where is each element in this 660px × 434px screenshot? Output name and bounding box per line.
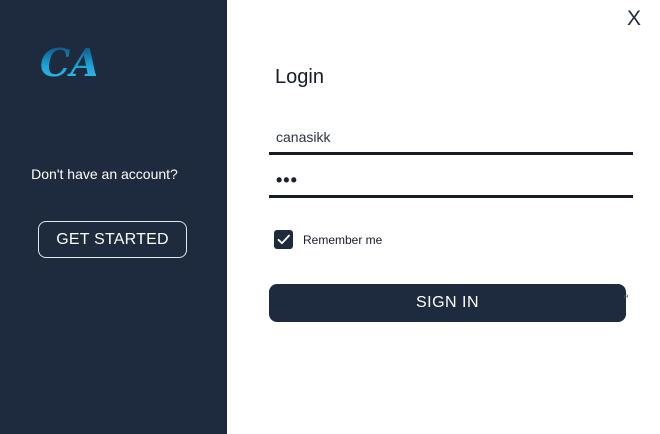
logo-text: CA <box>40 40 96 84</box>
logo: CA <box>40 40 96 84</box>
no-account-prompt: Don't have an account? <box>31 166 178 182</box>
sign-in-button[interactable]: SIGN IN <box>269 284 626 322</box>
close-button[interactable]: X <box>624 7 644 31</box>
login-title: Login <box>275 66 324 88</box>
left-panel: CA Don't have an account? GET STARTED <box>0 0 227 434</box>
username-field[interactable] <box>269 122 633 155</box>
password-field[interactable]: ••• <box>269 165 633 198</box>
get-started-button[interactable]: GET STARTED <box>38 221 187 258</box>
checkmark-icon <box>277 234 290 245</box>
remember-me-checkbox[interactable] <box>274 230 293 249</box>
remember-me-label: Remember me <box>303 233 383 247</box>
clipped-text-fragment: e <box>624 292 628 298</box>
password-mask: ••• <box>276 169 298 190</box>
